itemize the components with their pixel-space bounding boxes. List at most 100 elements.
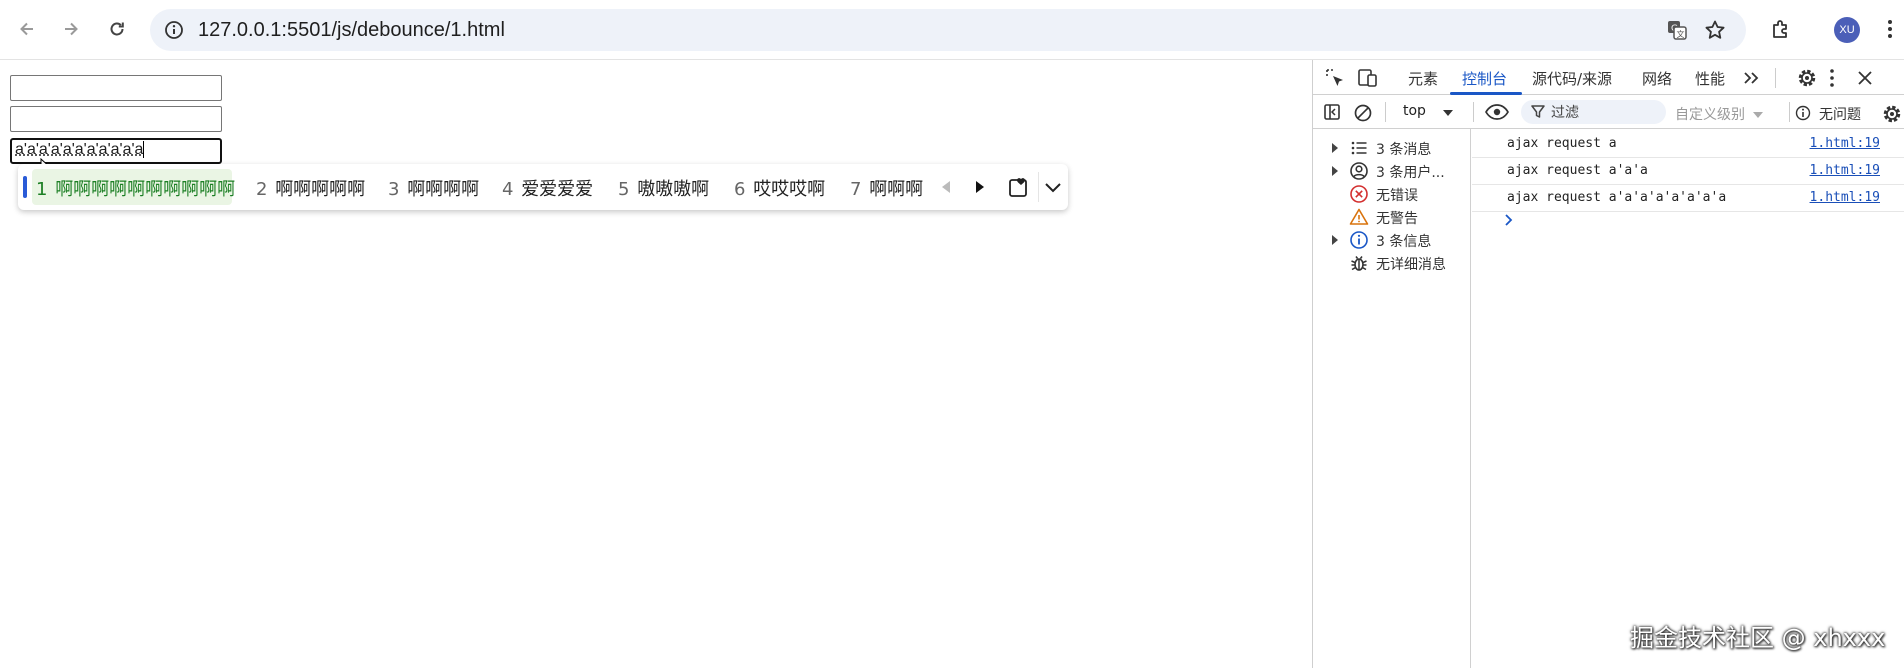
expand-arrow-icon[interactable] bbox=[1332, 143, 1338, 153]
console-log-row: ajax request a'a'a 1.html:19 bbox=[1472, 158, 1904, 185]
console-filter-input[interactable]: 过滤 bbox=[1521, 100, 1666, 124]
console-log-message: ajax request a bbox=[1507, 136, 1617, 151]
ime-candidate-number: 7 bbox=[850, 179, 862, 200]
eye-icon[interactable] bbox=[1485, 103, 1509, 121]
console-toolbar: top 过滤 自定义级别 无问题 bbox=[1313, 95, 1904, 129]
text-input-3-value: a'a'a'a'a'a'a'a'a'a'a bbox=[15, 141, 144, 158]
ime-candidate-number: 6 bbox=[734, 179, 746, 200]
ime-candidate-text: 啊啊啊啊啊 bbox=[275, 179, 366, 200]
sidebar-item-info[interactable]: 3 条信息 bbox=[1313, 228, 1471, 252]
more-tabs-icon[interactable] bbox=[1743, 70, 1761, 86]
expand-arrow-icon[interactable] bbox=[1332, 235, 1338, 245]
reload-button[interactable] bbox=[98, 10, 136, 48]
back-button[interactable] bbox=[8, 10, 46, 48]
sidebar-item-label: 3 条消息 bbox=[1376, 142, 1432, 158]
chevron-down-icon[interactable] bbox=[1044, 180, 1062, 194]
sidebar-item-errors[interactable]: 无错误 bbox=[1313, 182, 1471, 206]
dropdown-arrow-icon bbox=[1753, 111, 1764, 118]
ime-favorite-icon[interactable] bbox=[1008, 176, 1030, 198]
ime-candidate-text: 啊啊啊啊啊啊啊啊啊啊 bbox=[55, 179, 236, 200]
arrow-left-icon bbox=[20, 22, 33, 36]
ime-candidate-4[interactable]: 4 爱爱爱爱 bbox=[502, 175, 593, 201]
text-caret bbox=[143, 141, 145, 159]
sidebar-item-label: 无错误 bbox=[1376, 188, 1418, 204]
clear-console-icon[interactable] bbox=[1353, 103, 1373, 123]
device-toolbar-icon[interactable] bbox=[1357, 68, 1379, 88]
error-icon bbox=[1350, 185, 1368, 203]
ime-indicator bbox=[23, 176, 27, 198]
ime-next-page-icon[interactable] bbox=[974, 180, 986, 194]
site-info-icon[interactable] bbox=[164, 20, 184, 40]
ime-candidate-7[interactable]: 7 啊啊啊 bbox=[850, 175, 923, 201]
console-prompt-chevron-icon[interactable] bbox=[1504, 213, 1514, 227]
ime-candidate-text: 啊啊啊啊 bbox=[407, 179, 480, 200]
console-log-message: ajax request a'a'a bbox=[1507, 163, 1648, 178]
ime-candidate-5[interactable]: 5 嗷嗷嗷啊 bbox=[618, 175, 709, 201]
browser-menu-button[interactable] bbox=[1876, 10, 1904, 48]
console-output: ajax request a 1.html:19 ajax request a'… bbox=[1472, 129, 1904, 668]
console-log-message: ajax request a'a'a'a'a'a'a'a bbox=[1507, 190, 1727, 205]
close-icon[interactable] bbox=[1857, 70, 1873, 86]
console-filter-placeholder: 过滤 bbox=[1551, 105, 1579, 121]
browser-toolbar: 127.0.0.1:5501/js/debounce/1.html G文 XU bbox=[0, 0, 1904, 60]
toolbar-divider bbox=[1385, 102, 1386, 122]
sidebar-item-messages[interactable]: 3 条消息 bbox=[1313, 136, 1471, 160]
puzzle-icon bbox=[1773, 20, 1787, 38]
sidebar-item-verbose[interactable]: 无详细消息 bbox=[1313, 251, 1471, 275]
profile-avatar[interactable]: XU bbox=[1834, 17, 1860, 43]
console-log-row: ajax request a'a'a'a'a'a'a'a 1.html:19 bbox=[1472, 185, 1904, 212]
gear-icon[interactable] bbox=[1796, 67, 1818, 89]
extensions-button[interactable] bbox=[1762, 10, 1800, 48]
sidebar-item-label: 3 条信息 bbox=[1376, 234, 1432, 250]
ime-candidate-3[interactable]: 3 啊啊啊啊 bbox=[388, 175, 479, 201]
sidebar-item-user-messages[interactable]: 3 条用户... bbox=[1313, 159, 1471, 183]
translate-icon[interactable]: G文 bbox=[1666, 19, 1688, 41]
text-input-2[interactable] bbox=[10, 106, 222, 132]
ime-divider bbox=[1038, 172, 1039, 202]
console-log-source-link[interactable]: 1.html:19 bbox=[1810, 136, 1880, 151]
toolbar-divider bbox=[1789, 102, 1790, 122]
sidebar-item-warnings[interactable]: 无警告 bbox=[1313, 205, 1471, 229]
ime-candidate-number: 4 bbox=[502, 179, 514, 200]
tab-console[interactable]: 控制台 bbox=[1462, 68, 1507, 89]
toolbar-divider bbox=[1473, 102, 1474, 122]
issues-counter[interactable]: 无问题 bbox=[1819, 104, 1861, 124]
tab-elements[interactable]: 元素 bbox=[1408, 68, 1438, 89]
tab-bar-divider bbox=[1775, 68, 1776, 88]
sidebar-item-label: 无详细消息 bbox=[1376, 257, 1446, 273]
address-bar[interactable]: 127.0.0.1:5501/js/debounce/1.html G文 bbox=[150, 9, 1746, 51]
inspect-element-icon[interactable] bbox=[1325, 68, 1345, 88]
context-selector-value: top bbox=[1403, 103, 1426, 119]
text-input-1[interactable] bbox=[10, 75, 222, 101]
forward-button[interactable] bbox=[52, 10, 90, 48]
bookmark-star-icon[interactable] bbox=[1704, 19, 1726, 41]
ime-candidate-text: 哎哎哎啊 bbox=[753, 179, 826, 200]
ime-candidate-2[interactable]: 2 啊啊啊啊啊 bbox=[256, 175, 365, 201]
bug-icon bbox=[1351, 256, 1367, 271]
ime-candidate-number: 1 bbox=[36, 179, 48, 200]
ime-prev-page-icon[interactable] bbox=[940, 180, 952, 194]
console-log-source-link[interactable]: 1.html:19 bbox=[1810, 163, 1880, 178]
log-levels-dropdown[interactable]: 自定义级别 bbox=[1675, 104, 1764, 124]
ime-candidate-number: 3 bbox=[388, 179, 400, 200]
sidebar-toggle-icon[interactable] bbox=[1323, 103, 1341, 121]
url-text[interactable]: 127.0.0.1:5501/js/debounce/1.html bbox=[198, 19, 505, 42]
svg-text:文: 文 bbox=[1677, 29, 1685, 39]
sidebar-item-label: 无警告 bbox=[1376, 211, 1418, 227]
tab-network[interactable]: 网络 bbox=[1642, 68, 1672, 89]
tab-performance[interactable]: 性能 bbox=[1695, 68, 1725, 89]
expand-arrow-icon[interactable] bbox=[1332, 166, 1338, 176]
tab-sources[interactable]: 源代码/来源 bbox=[1532, 68, 1612, 89]
console-sidebar: 3 条消息 3 条用户... 无错误 无警告 3 条信息 无详细消息 bbox=[1313, 129, 1471, 668]
ime-candidate-6[interactable]: 6 哎哎哎啊 bbox=[734, 175, 825, 201]
more-vertical-icon[interactable] bbox=[1829, 68, 1835, 88]
list-icon bbox=[1351, 141, 1367, 155]
filter-icon bbox=[1531, 105, 1545, 118]
console-log-source-link[interactable]: 1.html:19 bbox=[1810, 190, 1880, 205]
user-icon bbox=[1350, 162, 1368, 180]
ime-candidate-1[interactable]: 1 啊啊啊啊啊啊啊啊啊啊 bbox=[36, 175, 235, 201]
console-settings-gear-icon[interactable] bbox=[1881, 103, 1903, 125]
ime-candidate-text: 嗷嗷嗷啊 bbox=[637, 179, 710, 200]
context-selector[interactable]: top bbox=[1395, 102, 1465, 124]
info-icon bbox=[1350, 231, 1368, 249]
